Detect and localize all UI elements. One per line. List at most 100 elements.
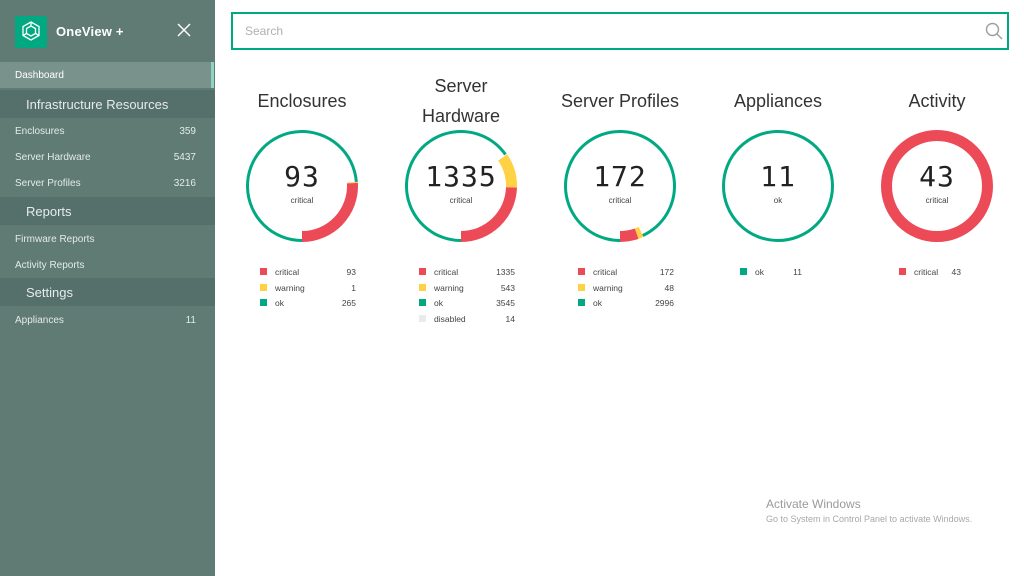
legend: critical 43	[899, 266, 975, 282]
donut-status-label: critical	[925, 196, 949, 205]
legend-item[interactable]: ok 2996	[578, 297, 688, 313]
card-title: Server	[434, 76, 488, 96]
close-icon[interactable]	[176, 22, 192, 38]
app-title: OneView +	[56, 24, 124, 39]
activation-watermark-subtitle: Go to System in Control Panel to activat…	[766, 514, 973, 524]
legend-item[interactable]: warning 1	[260, 282, 370, 298]
legend-value: 543	[500, 282, 515, 293]
legend-name: warning	[434, 282, 464, 293]
section-title: Reports	[26, 204, 72, 219]
legend-name: critical	[593, 267, 618, 277]
card-appliances[interactable]: Appliances 11 ok ok 11	[703, 70, 853, 350]
legend-name: disabled	[434, 313, 466, 324]
legend-name: ok	[275, 298, 284, 308]
card-activity[interactable]: Activity 43 critical critical 43	[862, 70, 1012, 350]
legend-value: 1335	[496, 267, 515, 277]
section-title: Infrastructure Resources	[26, 97, 169, 112]
sidebar-item-server-hardware[interactable]: Server Hardware 5437	[0, 144, 215, 170]
section-reports[interactable]: Reports	[0, 197, 215, 225]
legend: critical 172 warning 48 ok 2996	[578, 266, 688, 313]
legend-item[interactable]: warning 48	[578, 282, 688, 298]
legend-item[interactable]: critical 43	[899, 266, 975, 282]
legend-swatch	[260, 268, 267, 275]
sidebar: OneView + Dashboard Infrastructure Resou…	[0, 0, 215, 576]
sidebar-item-count: 359	[179, 126, 196, 137]
legend-value: 1	[351, 282, 356, 293]
legend-name: critical	[434, 267, 459, 277]
legend-swatch	[578, 299, 585, 306]
donut-chart[interactable]: 11 ok	[722, 130, 834, 242]
sidebar-item-label: Server Profiles	[15, 178, 81, 189]
sidebar-item-appliances[interactable]: Appliances 11	[0, 307, 215, 333]
sidebar-item-activity-reports[interactable]: Activity Reports	[0, 252, 215, 278]
card-server-hardware[interactable]: Server Hardware 1335 critical critical 1…	[386, 70, 536, 350]
sidebar-item-label: Activity Reports	[15, 260, 85, 271]
sidebar-item-label: Dashboard	[15, 70, 64, 81]
legend: critical 93 warning 1 ok 265	[260, 266, 370, 313]
donut-chart[interactable]: 1335 critical	[405, 130, 517, 242]
donut-status-label: critical	[290, 196, 314, 205]
donut-status-label: ok	[773, 196, 783, 205]
legend-name: critical	[914, 267, 939, 277]
legend-value: 11	[793, 267, 802, 277]
activation-watermark-title: Activate Windows	[766, 497, 861, 511]
legend: ok 11	[740, 266, 816, 282]
legend-value: 172	[659, 267, 674, 277]
legend-name: ok	[593, 298, 602, 308]
active-indicator	[211, 62, 214, 88]
donut-status-label: critical	[608, 196, 632, 205]
donut-status-label: critical	[449, 196, 473, 205]
sidebar-item-label: Appliances	[15, 315, 64, 326]
donut-chart[interactable]: 172 critical	[564, 130, 676, 242]
legend-item[interactable]: disabled 14	[419, 313, 529, 329]
legend-swatch	[419, 268, 426, 275]
legend-item[interactable]: ok 3545	[419, 297, 529, 313]
legend-item[interactable]: ok 265	[260, 297, 370, 313]
sidebar-item-label: Firmware Reports	[15, 234, 95, 245]
legend-item[interactable]: critical 1335	[419, 266, 529, 282]
legend-item[interactable]: critical 93	[260, 266, 370, 282]
donut-value: 172	[593, 160, 647, 193]
legend-item[interactable]: ok 11	[740, 266, 816, 282]
donut-value: 1335	[425, 160, 497, 193]
card-title: Appliances	[733, 91, 823, 111]
card-title: Activity	[908, 91, 966, 111]
legend-swatch	[578, 283, 585, 291]
legend-value: 265	[341, 298, 356, 308]
brand-header: OneView +	[0, 0, 215, 62]
card-title: Enclosures	[257, 91, 347, 111]
sidebar-item-enclosures[interactable]: Enclosures 359	[0, 118, 215, 144]
oneview-logo-icon	[15, 16, 47, 48]
donut-chart[interactable]: 43 critical	[881, 130, 993, 242]
legend-swatch	[260, 299, 267, 306]
legend-swatch	[578, 268, 585, 275]
sidebar-item-dashboard[interactable]: Dashboard	[0, 62, 211, 88]
donut-value: 93	[284, 160, 320, 193]
card-title: Server Profiles	[560, 91, 680, 111]
section-settings[interactable]: Settings	[0, 278, 215, 306]
legend-name: warning	[593, 282, 623, 293]
legend-swatch	[419, 299, 426, 306]
sidebar-item-server-profiles[interactable]: Server Profiles 3216	[0, 170, 215, 196]
section-title: Settings	[26, 285, 73, 300]
legend-swatch	[419, 283, 426, 291]
legend-swatch	[899, 268, 906, 275]
search-icon[interactable]	[985, 22, 1003, 40]
donut-chart[interactable]: 93 critical	[246, 130, 358, 242]
legend-name: warning	[275, 282, 305, 293]
sidebar-item-firmware-reports[interactable]: Firmware Reports	[0, 226, 215, 252]
legend-item[interactable]: critical 172	[578, 266, 688, 282]
legend-swatch	[740, 268, 747, 275]
sidebar-item-count: 5437	[173, 152, 196, 163]
card-server-profiles[interactable]: Server Profiles 172 critical critical 17…	[545, 70, 695, 350]
legend-swatch	[419, 314, 426, 322]
search-bar	[231, 12, 1009, 50]
legend-value: 93	[346, 267, 356, 277]
search-input[interactable]	[245, 21, 945, 41]
section-infrastructure-resources[interactable]: Infrastructure Resources	[0, 90, 215, 118]
card-enclosures[interactable]: Enclosures 93 critical critical 93 warni…	[227, 70, 377, 350]
legend-name: ok	[434, 298, 443, 308]
donut-value: 43	[919, 160, 955, 193]
legend-value: 48	[664, 282, 674, 293]
legend-item[interactable]: warning 543	[419, 282, 529, 298]
